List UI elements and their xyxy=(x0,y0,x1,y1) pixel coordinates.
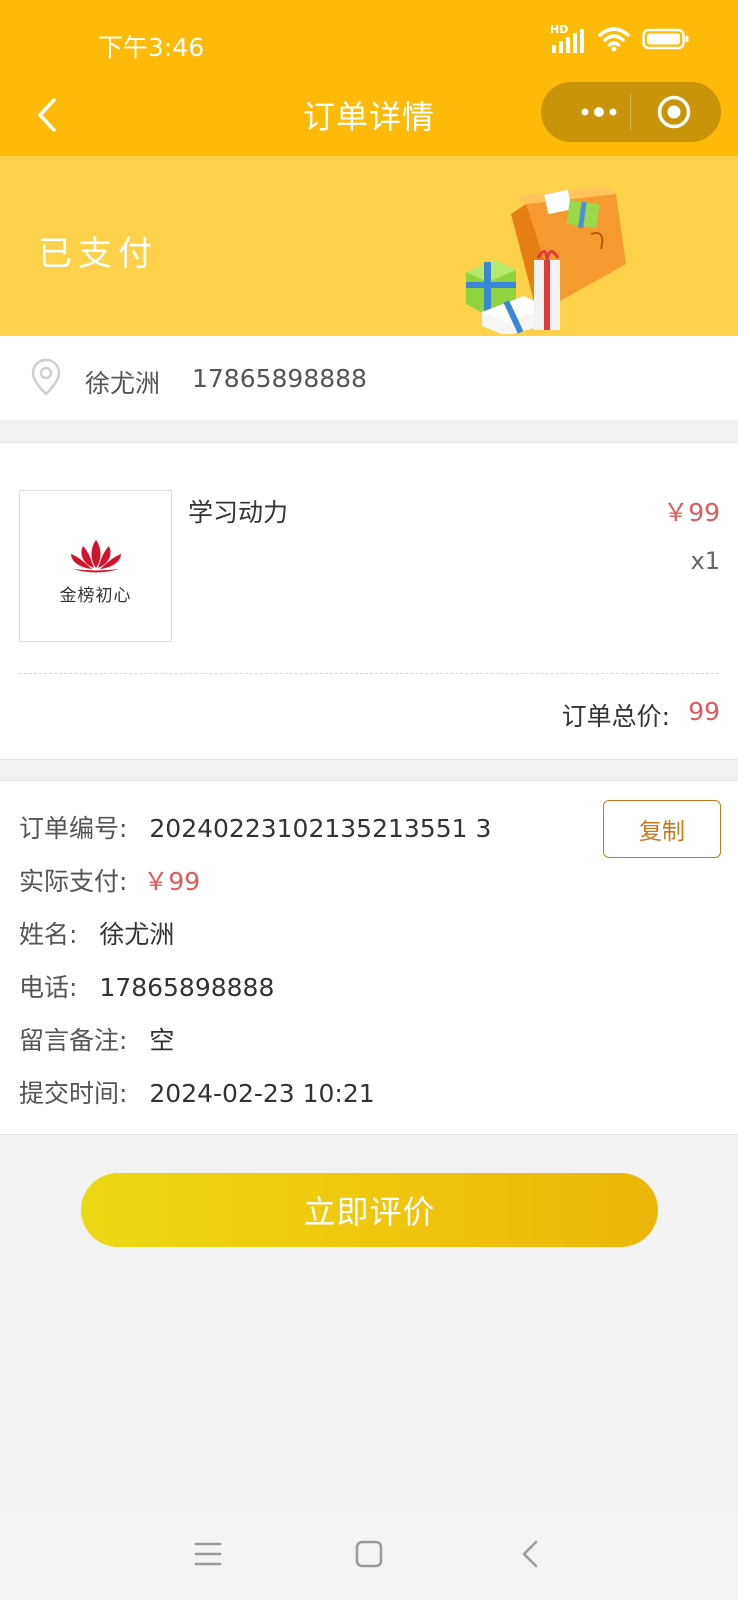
signal-icon: HD xyxy=(550,23,586,53)
network-type-label: HD xyxy=(550,23,569,36)
phone-label: 电话: xyxy=(19,973,78,1002)
home-button[interactable] xyxy=(349,1534,389,1574)
name-row: 姓名: 徐尤洲 xyxy=(19,915,174,951)
brand-logo-text: 金榜初心 xyxy=(59,586,132,606)
submit-time-label: 提交时间: xyxy=(19,1079,128,1108)
divider xyxy=(19,673,719,674)
recipient-name: 徐尤洲 xyxy=(85,369,161,398)
order-status: 已支付 xyxy=(38,234,158,274)
system-back-button[interactable] xyxy=(511,1534,551,1574)
product-name: 学习动力 xyxy=(188,498,289,527)
remark-row: 留言备注: 空 xyxy=(19,1021,174,1057)
close-button[interactable] xyxy=(656,94,692,130)
paid-row: 实际支付: ￥99 xyxy=(19,862,200,898)
battery-icon xyxy=(642,27,690,55)
recipient-phone: 17865898888 xyxy=(192,364,367,393)
menu-button[interactable] xyxy=(188,1534,228,1574)
more-button[interactable] xyxy=(569,97,629,127)
square-home-icon xyxy=(355,1540,383,1568)
remark-label: 留言备注: xyxy=(19,1026,128,1055)
back-arrow-icon xyxy=(522,1540,538,1568)
mini-program-capsule xyxy=(541,82,721,142)
product-price: ￥99 xyxy=(663,498,720,527)
name-label: 姓名: xyxy=(19,920,78,949)
capsule-divider xyxy=(630,94,631,130)
status-time: 下午3:46 xyxy=(98,33,205,62)
location-pin-icon xyxy=(31,358,61,396)
paid-label: 实际支付: xyxy=(19,867,128,896)
product-thumbnail[interactable]: 金榜初心 xyxy=(19,490,172,642)
name-value: 徐尤洲 xyxy=(99,920,175,949)
paid-amount: ￥99 xyxy=(143,867,201,896)
product-card: 金榜初心 学习动力 ￥99 x1 订单总价: 99 xyxy=(0,442,738,760)
phone-value: 17865898888 xyxy=(99,973,275,1002)
phone-row: 电话: 17865898888 xyxy=(19,968,274,1004)
submit-time-value: 2024-02-23 10:21 xyxy=(149,1079,375,1108)
wifi-icon xyxy=(598,26,630,56)
target-circle-icon xyxy=(657,95,691,129)
system-nav-bar xyxy=(0,1512,738,1600)
address-card[interactable]: 徐尤洲 17865898888 xyxy=(0,336,738,420)
copy-button[interactable]: 复制 xyxy=(603,800,721,858)
status-banner: 已支付 xyxy=(0,156,738,336)
more-dots-icon xyxy=(581,107,617,117)
order-number-row: 订单编号: 20240223102135213551 3 xyxy=(19,809,491,845)
hamburger-icon xyxy=(194,1542,222,1566)
status-bar: 下午3:46 HD xyxy=(0,0,738,82)
order-number: 20240223102135213551 3 xyxy=(149,814,492,843)
lotus-logo-icon xyxy=(71,540,121,573)
status-icons: HD xyxy=(550,23,690,56)
order-details: 订单编号: 20240223102135213551 3 复制 实际支付: ￥9… xyxy=(0,780,738,1135)
gift-box-illustration xyxy=(466,186,626,334)
product-quantity: x1 xyxy=(690,547,720,575)
nav-bar: 订单详情 xyxy=(0,82,738,156)
submit-time-row: 提交时间: 2024-02-23 10:21 xyxy=(19,1074,375,1110)
remark-value: 空 xyxy=(149,1026,175,1055)
order-number-label: 订单编号: xyxy=(19,814,128,843)
order-total-label: 订单总价: xyxy=(561,702,670,731)
order-total-value: 99 xyxy=(688,697,720,726)
review-now-button[interactable]: 立即评价 xyxy=(81,1173,658,1247)
